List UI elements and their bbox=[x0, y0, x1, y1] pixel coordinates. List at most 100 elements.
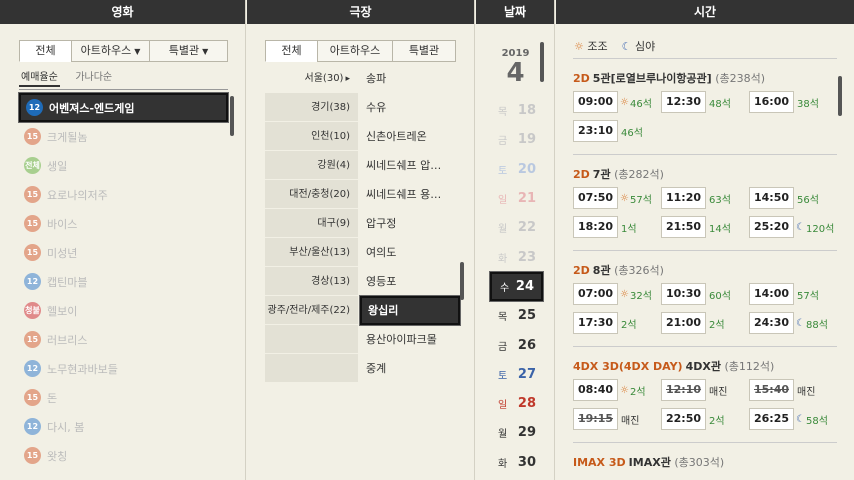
showtime-slot[interactable]: 26:25 ☾ 58석 bbox=[749, 407, 835, 431]
movie-sort-bar: 예매율순 가나다순 bbox=[19, 70, 228, 90]
showtime-slot[interactable]: 18:20 1석 bbox=[573, 215, 659, 239]
hall-section: 4DX 3D(4DX DAY) 4DX관 (총112석) 08:40 ☼ 2석 12:10… bbox=[573, 346, 837, 442]
movie-list-scrollbar[interactable] bbox=[230, 96, 234, 136]
showtime-slot[interactable]: 25:20 ☾ 120석 bbox=[749, 215, 835, 239]
showtime-slot[interactable]: 14:50 56석 bbox=[749, 186, 835, 210]
theater-list-item[interactable]: 씨네드쉐프 용… bbox=[360, 180, 460, 209]
showtime-slot[interactable]: 24:30 ☾ 88석 bbox=[749, 311, 835, 335]
movie-tab-special[interactable]: 특별관 ▼ bbox=[149, 40, 228, 62]
showtime-seats: 58석 bbox=[805, 415, 828, 427]
showtime-seats: 38석 bbox=[797, 98, 819, 110]
region-item[interactable]: 경기(38) bbox=[265, 93, 358, 122]
theater-tab-all[interactable]: 전체 bbox=[265, 40, 318, 62]
theater-list-item[interactable]: 중계 bbox=[360, 354, 460, 383]
movie-list-item[interactable]: 15 러브리스 bbox=[19, 325, 228, 354]
showtime-slot[interactable]: 11:20 63석 bbox=[661, 186, 747, 210]
showtime-slot[interactable]: 16:00 38석 bbox=[749, 90, 835, 114]
showtime-slot[interactable]: 21:50 14석 bbox=[661, 215, 747, 239]
date-list-item[interactable]: 토 27 bbox=[490, 360, 543, 389]
movie-tab-special-label: 특별관 bbox=[168, 44, 200, 57]
movie-tab-arthouse[interactable]: 아트하우스 ▼ bbox=[71, 40, 150, 62]
movie-list-item[interactable]: 12 노무현과바보들 bbox=[19, 354, 228, 383]
date-list-item[interactable]: 일 21 bbox=[490, 184, 543, 213]
date-list-item[interactable]: 목 18 bbox=[490, 96, 543, 125]
movie-list-item[interactable]: 15 요로나의저주 bbox=[19, 180, 228, 209]
theater-list-item[interactable]: 씨네드쉐프 압… bbox=[360, 151, 460, 180]
time-list-scrollbar[interactable] bbox=[838, 76, 842, 116]
hall-title: 4DX 3D(4DX DAY) 4DX관 (총112석) bbox=[573, 358, 837, 373]
showtime-slot[interactable]: 07:00 ☼ 32석 bbox=[573, 282, 659, 306]
date-list-scrollbar[interactable] bbox=[540, 42, 544, 82]
region-item[interactable]: 경상(13) bbox=[265, 267, 358, 296]
theater-list-item[interactable]: 신촌아트레온 bbox=[360, 122, 460, 151]
region-label: 광주/전라/제주(22) bbox=[267, 305, 350, 316]
theater-tab-special[interactable]: 특별관 bbox=[392, 40, 456, 62]
sort-by-name[interactable]: 가나다순 bbox=[73, 71, 114, 85]
showtime-slot[interactable]: 23:10 46석 bbox=[573, 119, 659, 143]
date-list-item[interactable]: 월 29 bbox=[490, 418, 543, 447]
theater-list-item[interactable]: 여의도 bbox=[360, 238, 460, 267]
theater-list-item[interactable]: 압구정 bbox=[360, 209, 460, 238]
theater-list-item[interactable]: 용산아이파크몰 bbox=[360, 325, 460, 354]
rating-badge: 12 bbox=[24, 273, 41, 290]
showtime-slot[interactable]: 09:00 ☼ 46석 bbox=[573, 90, 659, 114]
region-label: 대구(9) bbox=[317, 218, 350, 229]
hall-title: 2D 5관[로열브루나이항공관] (총238석) bbox=[573, 70, 837, 85]
showtime-slot[interactable]: 17:30 2석 bbox=[573, 311, 659, 335]
movie-list-item[interactable]: 청불 헬보이 bbox=[19, 296, 228, 325]
weekday-label: 수 bbox=[500, 282, 510, 294]
showtime-time: 14:50 bbox=[749, 187, 795, 209]
theater-list-item[interactable]: 영등포 bbox=[360, 267, 460, 296]
day-number: 18 bbox=[517, 103, 536, 119]
theater-list-item[interactable]: 왕십리 bbox=[359, 295, 461, 326]
theater-list-item[interactable]: 수유 bbox=[360, 93, 460, 122]
movie-list-item[interactable]: 15 미성년 bbox=[19, 238, 228, 267]
date-list-item[interactable]: 일 28 bbox=[490, 389, 543, 418]
theater-tab-arthouse[interactable]: 아트하우스 bbox=[317, 40, 393, 62]
region-item[interactable]: 부산/울산(13) bbox=[265, 238, 358, 267]
movie-list-item[interactable]: 15 돈 bbox=[19, 383, 228, 412]
showtime-slot[interactable]: 12:30 48석 bbox=[661, 90, 747, 114]
showtime-slot[interactable]: 07:50 ☼ 57석 bbox=[573, 186, 659, 210]
movie-list-item[interactable]: 15 크게될놈 bbox=[19, 122, 228, 151]
day-number: 23 bbox=[517, 249, 536, 265]
showtime-seats: 매진 bbox=[709, 386, 728, 398]
date-list-item[interactable]: 목 25 bbox=[490, 301, 543, 330]
theater-list-scrollbar[interactable] bbox=[460, 262, 464, 300]
date-list-item[interactable]: 수 24 bbox=[489, 270, 544, 303]
showtime-slot[interactable]: 10:30 60석 bbox=[661, 282, 747, 306]
region-item[interactable]: 인천(10) bbox=[265, 122, 358, 151]
movie-title: 노무현과바보들 bbox=[47, 362, 118, 376]
movie-list-item[interactable]: 12 어벤져스-엔드게임 bbox=[18, 92, 229, 123]
showtime-time: 22:50 bbox=[661, 408, 707, 430]
moon-icon: ☾ bbox=[796, 221, 805, 233]
theater-list-item[interactable]: 송파 bbox=[360, 64, 460, 93]
region-item[interactable]: 대구(9) bbox=[265, 209, 358, 238]
region-item[interactable]: 대전/충청(20) bbox=[265, 180, 358, 209]
date-list-item[interactable]: 토 20 bbox=[490, 155, 543, 184]
region-item[interactable]: 강원(4) bbox=[265, 151, 358, 180]
region-item[interactable]: 서울(30) ▸ bbox=[265, 64, 358, 93]
movie-list-item[interactable]: 12 다시, 봄 bbox=[19, 412, 228, 441]
weekday-label: 토 bbox=[498, 165, 508, 177]
showtime-slot[interactable]: 14:00 57석 bbox=[749, 282, 835, 306]
movie-list-item[interactable]: 12 캡틴마블 bbox=[19, 267, 228, 296]
movie-list-item[interactable]: 15 바이스 bbox=[19, 209, 228, 238]
date-list-item[interactable]: 화 23 bbox=[490, 242, 543, 271]
sort-by-booking-rate[interactable]: 예매율순 bbox=[19, 71, 60, 87]
movie-list-item[interactable]: 15 왓칭 bbox=[19, 441, 228, 470]
showtime-seats: 32석 bbox=[629, 290, 652, 302]
date-list-item[interactable]: 화 30 bbox=[490, 448, 543, 477]
date-list-item[interactable]: 금 26 bbox=[490, 330, 543, 359]
date-list-item[interactable]: 금 19 bbox=[490, 125, 543, 154]
showtime-slot[interactable]: 08:40 ☼ 2석 bbox=[573, 378, 659, 402]
legend-morning: 조조 bbox=[587, 40, 608, 53]
movie-list-item[interactable]: 전체 생일 bbox=[19, 151, 228, 180]
region-item[interactable]: 광주/전라/제주(22) bbox=[265, 296, 358, 325]
movie-tab-all[interactable]: 전체 bbox=[19, 40, 72, 62]
showtime-slot[interactable]: 22:50 2석 bbox=[661, 407, 747, 431]
date-list-item[interactable]: 월 22 bbox=[490, 213, 543, 242]
showtime-slot[interactable]: 21:00 2석 bbox=[661, 311, 747, 335]
showtime-time: 23:10 bbox=[573, 120, 619, 142]
theater-header: 극장 bbox=[247, 0, 474, 24]
